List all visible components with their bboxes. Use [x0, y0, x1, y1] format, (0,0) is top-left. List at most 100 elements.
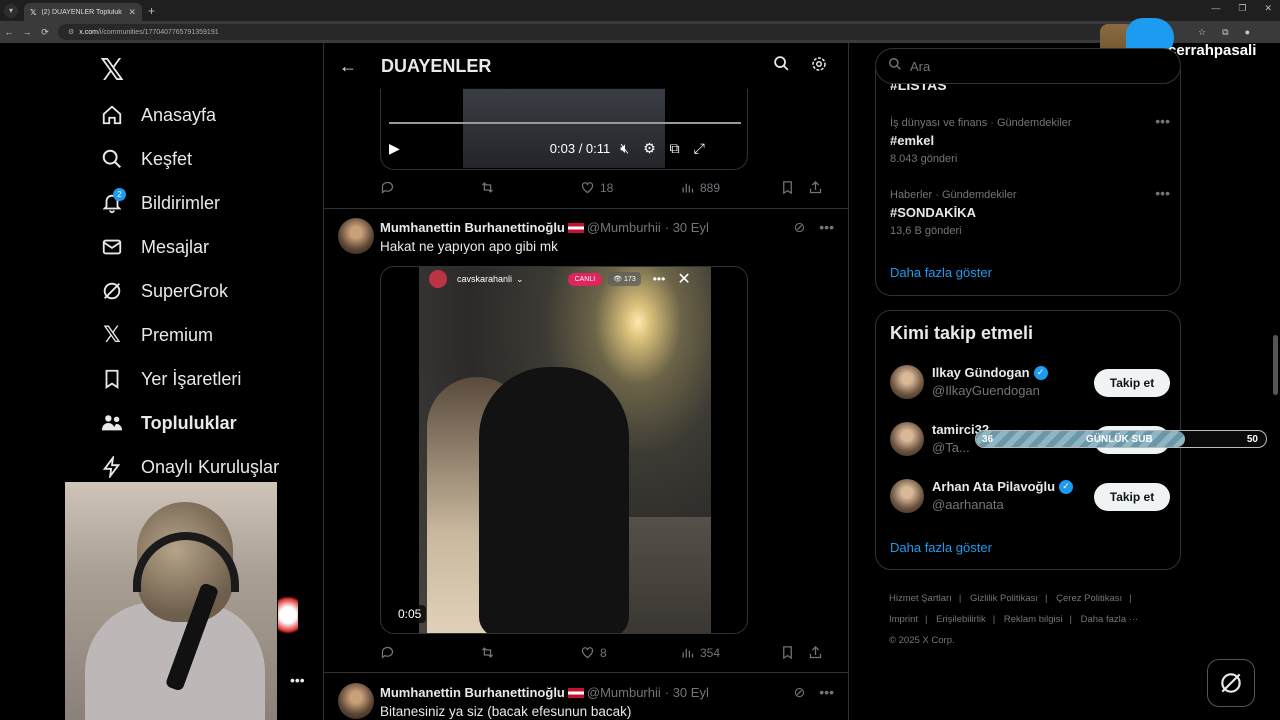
tweet-date[interactable]: · 30 Eyl: [665, 685, 709, 700]
follow-button[interactable]: Takip et: [1094, 369, 1170, 397]
follow-suggestion[interactable]: Arhan Ata Pilavoğlu ✓ @aarhanata Takip et: [890, 477, 1170, 517]
more-icon[interactable]: •••: [819, 684, 834, 701]
retweet-button[interactable]: [480, 645, 580, 660]
tweet-author-handle[interactable]: @Mumburhii: [587, 685, 661, 700]
tweet-date[interactable]: · 30 Eyl: [665, 220, 709, 235]
view-count: 354: [700, 645, 721, 660]
more-icon[interactable]: •••: [819, 219, 834, 236]
tweet-author-handle[interactable]: @Mumburhii: [587, 220, 661, 235]
tweet-video-player[interactable]: ▶ 0:03 / 0:11 🔇︎ ⚙ ⧉ ⤢: [380, 88, 748, 170]
tweet-author-name[interactable]: Mumhanettin Burhanettinoğlu: [380, 220, 565, 235]
footer-link[interactable]: Hizmet Şartları: [889, 593, 952, 604]
more-icon[interactable]: •••: [1155, 185, 1170, 201]
views-button[interactable]: 889: [680, 180, 780, 195]
show-more-link[interactable]: Daha fazla göster: [890, 265, 992, 280]
site-info-icon[interactable]: ⚙: [68, 28, 74, 36]
search-input[interactable]: [910, 58, 1110, 74]
tab-close-icon[interactable]: ✕: [128, 7, 136, 18]
follow-suggestion[interactable]: Ilkay Gündogan ✓ @IlkayGuendogan Takip et: [890, 363, 1170, 403]
x-favicon-icon: 𝕏: [30, 7, 37, 17]
video-time: 0:03 / 0:11: [549, 141, 611, 156]
new-tab-icon[interactable]: +: [148, 4, 155, 18]
footer-link[interactable]: Gizlilik Politikası: [970, 593, 1038, 604]
nav-item-home[interactable]: Anasayfa: [100, 100, 216, 130]
search-box[interactable]: [875, 48, 1181, 84]
reply-button[interactable]: [380, 180, 480, 195]
nav-label: Onaylı Kuruluşlar: [141, 456, 280, 477]
back-arrow-icon[interactable]: ←: [339, 56, 357, 77]
nav-item-supergrok[interactable]: SuperGrok: [100, 276, 228, 306]
avatar[interactable]: [890, 365, 924, 399]
grok-floating-button[interactable]: [1207, 659, 1255, 707]
forward-nav-icon[interactable]: →: [18, 27, 36, 37]
sub-goal-label: GÜNLÜK SUB: [1086, 434, 1153, 445]
page-scrollbar[interactable]: [1273, 335, 1278, 395]
tab-search-icon[interactable]: ▾: [4, 3, 18, 18]
nav-label: SuperGrok: [141, 280, 229, 301]
settings-gear-icon[interactable]: [810, 55, 828, 78]
bookmark-button[interactable]: [780, 180, 808, 195]
url-field[interactable]: ⚙ x.com/i/communities/177040776579135919…: [58, 24, 1143, 40]
close-icon: ✕: [677, 271, 691, 288]
share-button[interactable]: [808, 645, 823, 660]
reply-icon: [381, 181, 394, 194]
share-button[interactable]: [808, 180, 823, 195]
x-logo-icon[interactable]: 𝕏: [100, 53, 124, 88]
search-icon[interactable]: [773, 55, 790, 78]
minimize-icon[interactable]: —: [1211, 3, 1220, 14]
viewer-count-value: 173: [624, 276, 636, 283]
nav-item-explore[interactable]: Keşfet: [100, 144, 192, 174]
footer-link[interactable]: Imprint: [889, 614, 918, 625]
show-more-link[interactable]: Daha fazla göster: [890, 540, 992, 555]
more-icon[interactable]: •••: [1155, 113, 1170, 129]
back-nav-icon[interactable]: ←: [0, 27, 18, 37]
nav-item-communities[interactable]: Topluluklar: [100, 408, 237, 438]
column-divider: [848, 43, 849, 720]
views-button[interactable]: 354: [680, 645, 780, 660]
footer-link[interactable]: Daha fazla ···: [1081, 614, 1139, 625]
maximize-icon[interactable]: ❐: [1238, 3, 1246, 14]
fullscreen-icon[interactable]: ⤢: [694, 140, 705, 157]
grok-icon[interactable]: ⊘: [794, 684, 806, 701]
avatar[interactable]: [338, 218, 374, 254]
sub-goal-current: 36: [982, 434, 994, 445]
follow-button[interactable]: Takip et: [1094, 483, 1170, 511]
footer-link[interactable]: Erişilebilirlik: [936, 614, 986, 625]
nav-item-verified-orgs[interactable]: Onaylı Kuruluşlar: [100, 452, 279, 482]
browser-tab[interactable]: 𝕏 (2) DUAYENLER Topluluk / X ✕: [24, 3, 142, 21]
bookmark-icon: [783, 646, 792, 660]
avatar[interactable]: [338, 683, 374, 719]
reload-icon[interactable]: ⟳: [36, 27, 54, 38]
mute-icon[interactable]: 🔇︎: [620, 140, 629, 157]
avatar[interactable]: [890, 422, 924, 456]
tweet-video[interactable]: cavskarahanli ⌄ CANLI 👁︎ 173 ••• ✕ 0:05: [380, 266, 748, 634]
reply-button[interactable]: [380, 645, 480, 660]
like-button[interactable]: 18: [580, 180, 680, 195]
picture-in-picture-icon[interactable]: ⧉: [670, 140, 680, 157]
nav-item-bookmarks[interactable]: Yer İşaretleri: [100, 364, 241, 394]
retweet-button[interactable]: [480, 180, 580, 195]
url-domain: x.com: [79, 28, 98, 36]
footer-link[interactable]: Çerez Politikası: [1056, 593, 1122, 604]
community-header: ← DUAYENLER: [324, 43, 848, 89]
bookmark-button[interactable]: [780, 645, 808, 660]
suggestion-name-text: Arhan Ata Pilavoğlu: [932, 479, 1056, 494]
avatar[interactable]: [890, 479, 924, 513]
play-icon[interactable]: ▶: [389, 140, 400, 157]
like-button[interactable]: 8: [580, 645, 680, 660]
browser-tab-bar: ▾ 𝕏 (2) DUAYENLER Topluluk / X ✕ + — ❐ ✕: [0, 0, 1280, 21]
nav-item-notifications[interactable]: 2 Bildirimler: [100, 188, 220, 218]
trend-item[interactable]: Haberler · Gündemdekiler #SONDAKİKA 13,6…: [890, 185, 1170, 237]
nav-item-messages[interactable]: Mesajlar: [100, 232, 209, 262]
tweet-author-name[interactable]: Mumhanettin Burhanettinoğlu: [380, 685, 565, 700]
footer-link[interactable]: Reklam bilgisi: [1004, 614, 1063, 625]
close-window-icon[interactable]: ✕: [1264, 3, 1272, 14]
trend-item[interactable]: İş dünyası ve finans · Gündemdekiler #em…: [890, 113, 1170, 165]
video-settings-icon[interactable]: ⚙: [643, 140, 656, 157]
nav-item-premium[interactable]: 𝕏 Premium: [100, 320, 213, 350]
trend-name: #emkel: [890, 133, 935, 148]
grok-icon[interactable]: ⊘: [794, 219, 806, 236]
video-progress-bar[interactable]: [389, 122, 741, 124]
view-count: 889: [700, 180, 721, 195]
more-icon[interactable]: •••: [290, 672, 305, 688]
